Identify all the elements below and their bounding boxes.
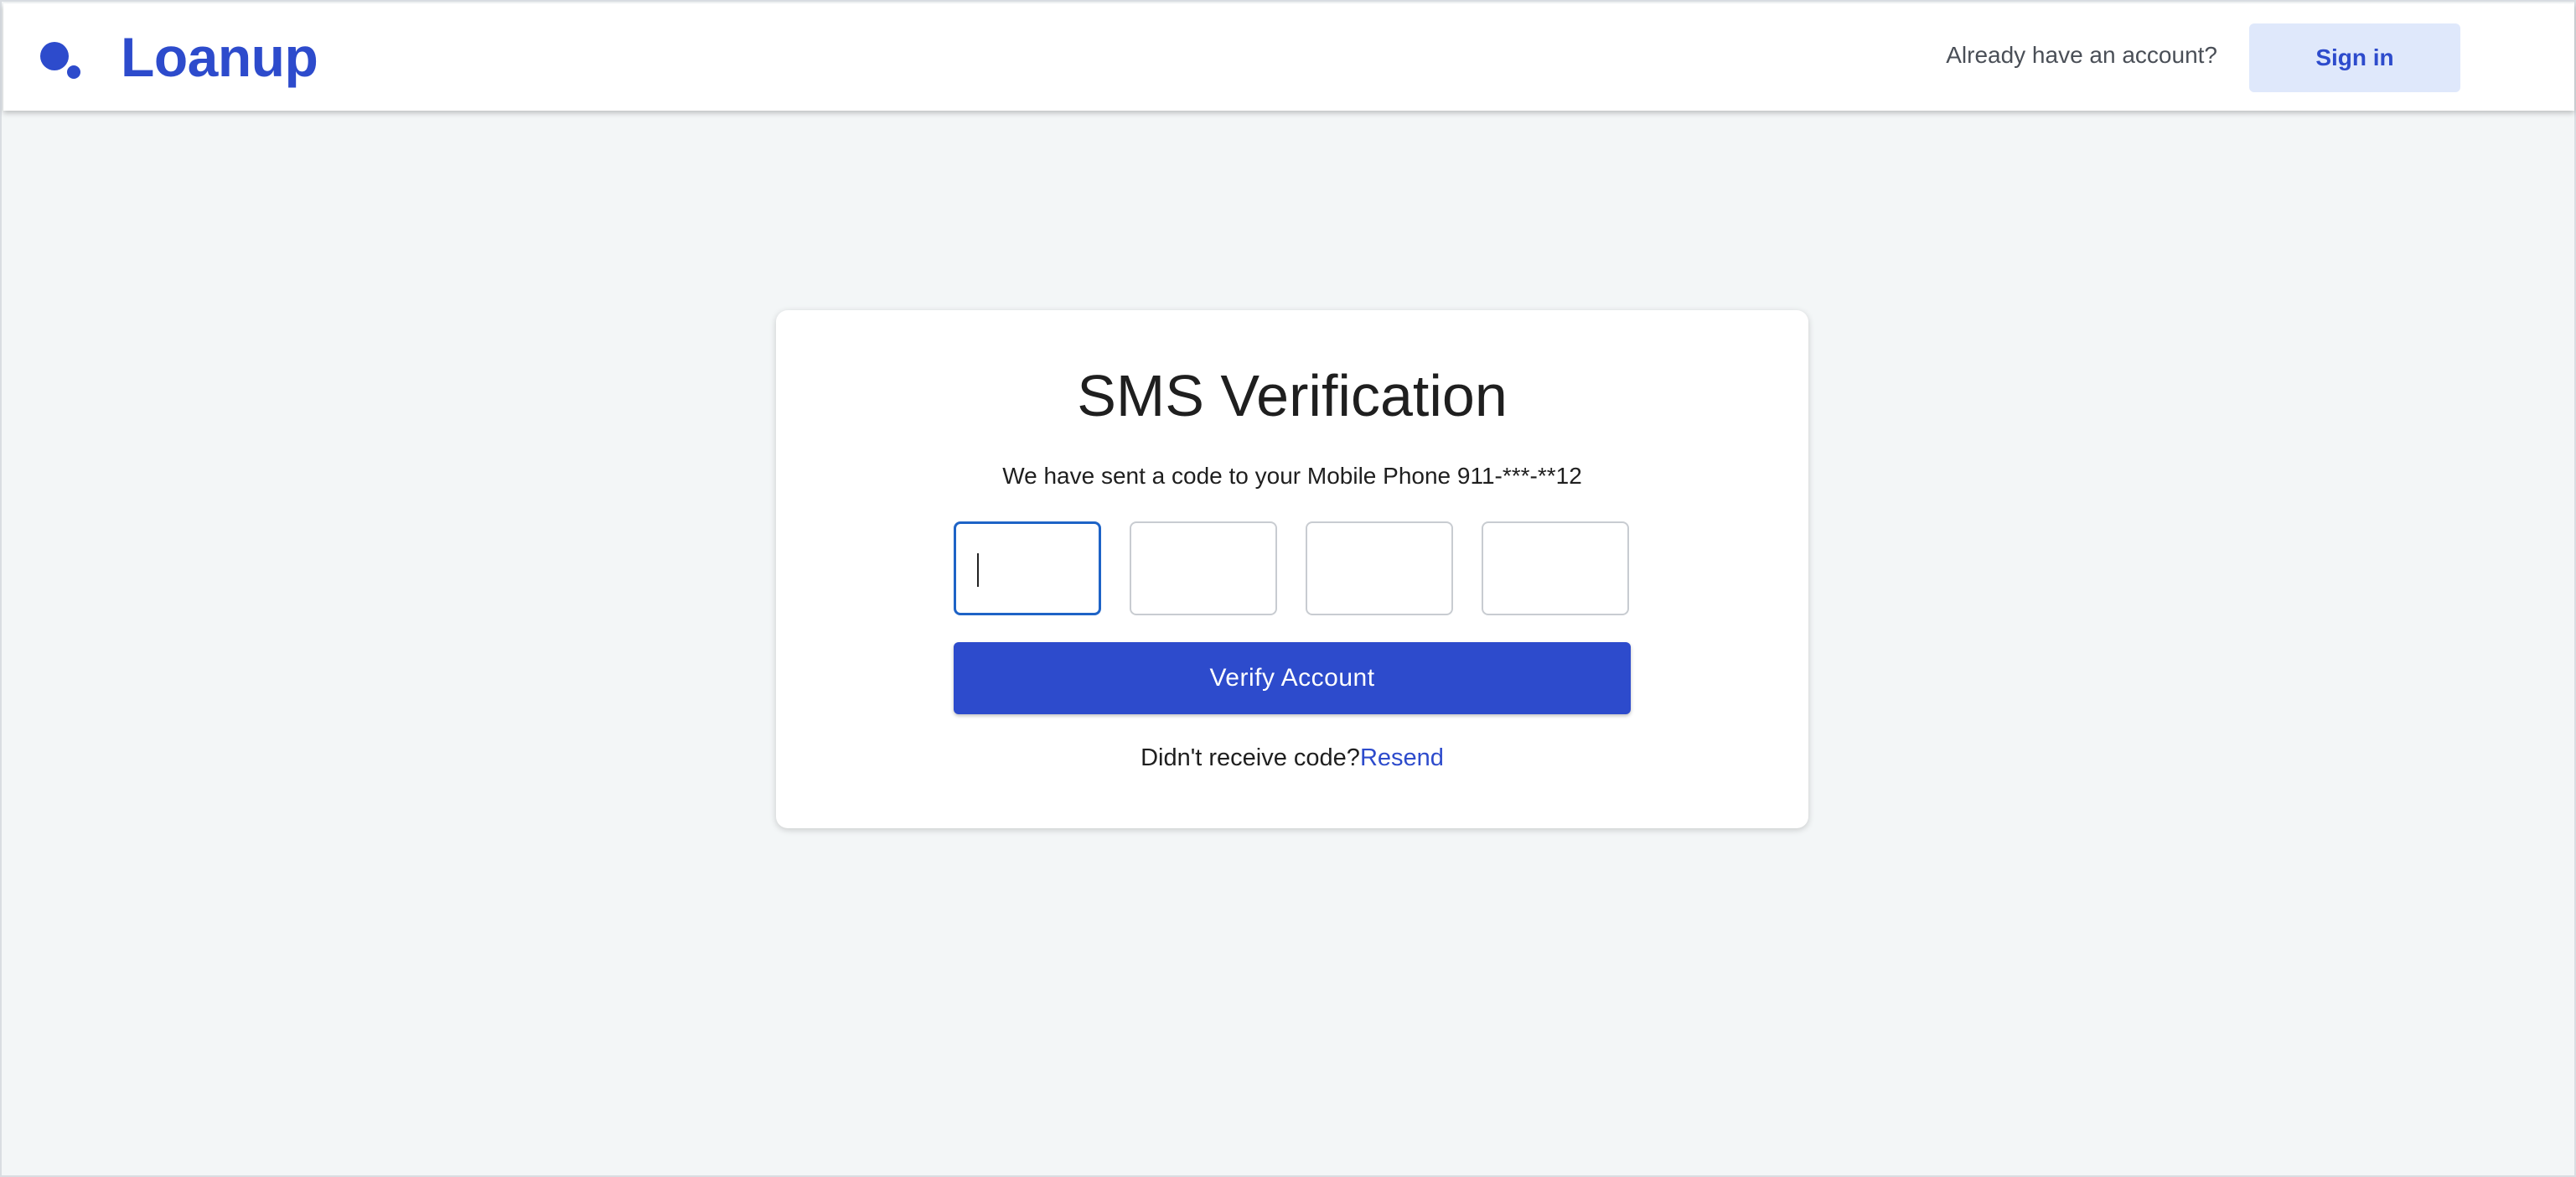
- resend-link[interactable]: Resend: [1360, 744, 1444, 771]
- page: Loanup Already have an account? Sign in …: [0, 0, 2576, 1177]
- logo-dots-icon: [37, 34, 84, 80]
- text-cursor: [977, 553, 979, 587]
- otp-input-group: [954, 521, 1629, 615]
- verify-account-button[interactable]: Verify Account: [954, 642, 1631, 714]
- brand-name: Loanup: [121, 26, 318, 88]
- otp-digit-4-input[interactable]: [1482, 521, 1629, 615]
- logo-dot-small: [67, 65, 80, 79]
- logo-dot-large: [40, 42, 69, 70]
- top-navigation-bar: Loanup Already have an account? Sign in: [3, 3, 2574, 111]
- otp-digit-1-input[interactable]: [954, 521, 1101, 615]
- verification-subtitle: We have sent a code to your Mobile Phone…: [1002, 463, 1582, 489]
- account-prompt-text: Already have an account?: [1946, 42, 2217, 68]
- otp-digit-2-input[interactable]: [1130, 521, 1277, 615]
- resend-row: Didn't receive code?Resend: [776, 744, 1808, 772]
- sign-in-button[interactable]: Sign in: [2249, 23, 2460, 92]
- resend-prompt-text: Didn't receive code?: [1141, 744, 1360, 771]
- sms-verification-card: SMS Verification We have sent a code to …: [776, 310, 1808, 828]
- otp-digit-3-input[interactable]: [1306, 521, 1453, 615]
- page-title: SMS Verification: [1077, 363, 1508, 428]
- brand-logo[interactable]: Loanup: [37, 26, 318, 88]
- otp-digit-1-wrapper: [954, 521, 1101, 615]
